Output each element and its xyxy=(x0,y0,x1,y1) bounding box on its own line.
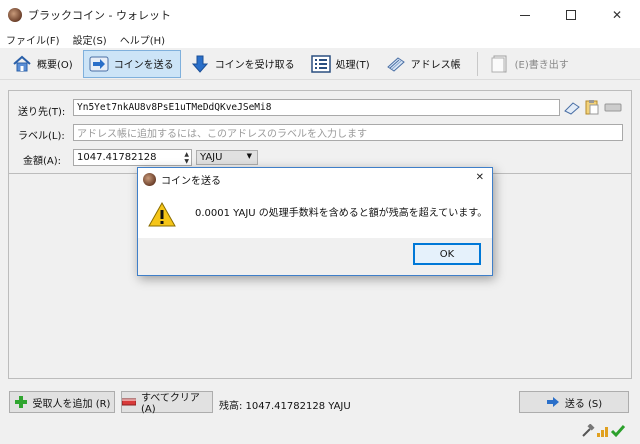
menu-file[interactable]: ファイル(F) xyxy=(6,32,60,47)
paste-button[interactable] xyxy=(583,99,601,116)
address-book-icon xyxy=(385,53,407,75)
tab-overview[interactable]: 概要(O) xyxy=(6,50,80,78)
toolbar: 概要(O) コインを送る コインを受け取る 処理(T) アドレス帳 (E)書き出… xyxy=(0,48,640,80)
amount-value: 1047.41782128 xyxy=(77,152,157,163)
menu-bar: ファイル(F) 設定(S) ヘルプ(H) xyxy=(0,30,640,48)
dialog-title: コインを送る xyxy=(161,175,221,187)
send-label: 送る (S) xyxy=(564,398,603,410)
tab-transactions[interactable]: 処理(T) xyxy=(305,50,377,78)
warning-icon xyxy=(148,201,176,230)
synced-check-icon xyxy=(610,423,626,442)
unit-value: YAJU xyxy=(200,152,223,163)
dialog-close-icon[interactable]: ✕ xyxy=(476,172,484,183)
amount-label: 金額(A): xyxy=(23,156,62,167)
delete-recipient-button[interactable] xyxy=(603,99,623,116)
label-label: ラベル(L): xyxy=(18,131,65,142)
list-icon xyxy=(310,53,332,75)
maximize-button[interactable] xyxy=(548,0,594,30)
recipient-form: 送り先(T): Yn5Yet7nkAU8v8PsE1uTMeDdQKveJSeM… xyxy=(8,90,632,174)
toolbar-separator xyxy=(476,51,478,76)
dialog-body: 0.0001 YAJU の処理手数料を含めると額が残高を超えています。 xyxy=(138,190,492,238)
label-input[interactable]: アドレス帳に追加するには、このアドレスのラベルを入力します xyxy=(73,124,623,141)
balance-text: 残高: 1047.41782128 YAJU xyxy=(219,401,351,412)
menu-help[interactable]: ヘルプ(H) xyxy=(120,32,165,47)
clear-all-label: すべてクリア (A) xyxy=(141,393,200,415)
tab-overview-label: 概要(O) xyxy=(37,60,73,71)
tab-send-label: コインを送る xyxy=(113,60,174,71)
menu-settings[interactable]: 設定(S) xyxy=(73,32,107,47)
clear-eraser-icon xyxy=(121,396,137,408)
insufficient-funds-dialog: コインを送る ✕ 0.0001 YAJU の処理手数料を含めると額が残高を超えて… xyxy=(137,167,493,276)
add-recipient-button[interactable]: 受取人を追加 (R) xyxy=(9,391,115,413)
staking-hammer-icon xyxy=(581,423,595,441)
title-bar: ブラックコイン - ウォレット ✕ xyxy=(0,0,640,30)
address-book-small-icon xyxy=(564,102,580,115)
export-button[interactable]: (E)書き出す xyxy=(484,50,576,78)
connection-bars-icon xyxy=(596,424,610,441)
status-bar xyxy=(0,420,640,444)
tab-address-book-label: アドレス帳 xyxy=(410,60,461,71)
receive-arrow-icon xyxy=(189,53,211,75)
clear-all-button[interactable]: すべてクリア (A) xyxy=(121,391,213,415)
blackcoin-logo-icon xyxy=(8,8,22,22)
payto-input[interactable]: Yn5Yet7nkAU8v8PsE1uTMeDdQKveJSeMi8 xyxy=(73,99,560,116)
tab-receive-label: コインを受け取る xyxy=(214,60,295,71)
chevron-down-icon: ▼ xyxy=(246,152,252,160)
payto-label: 送り先(T): xyxy=(18,107,66,118)
dialog-title-bar: コインを送る ✕ xyxy=(138,168,492,190)
minimize-button[interactable] xyxy=(502,0,548,30)
eraser-icon xyxy=(604,103,622,112)
blackcoin-logo-icon xyxy=(143,172,156,186)
close-window-button[interactable]: ✕ xyxy=(594,0,640,30)
export-label: (E)書き出す xyxy=(514,60,569,71)
dialog-message: 0.0001 YAJU の処理手数料を含めると額が残高を超えています。 xyxy=(195,208,488,219)
send-button[interactable]: 送る (S) xyxy=(519,391,629,413)
amount-input[interactable]: 1047.41782128 ▲ ▼ xyxy=(73,149,192,166)
tab-address-book[interactable]: アドレス帳 xyxy=(380,50,468,78)
tab-transactions-label: 処理(T) xyxy=(335,60,370,71)
window-title: ブラックコイン - ウォレット xyxy=(28,9,171,22)
amount-spinner[interactable]: ▲ ▼ xyxy=(184,151,189,165)
tab-receive-coins[interactable]: コインを受け取る xyxy=(184,50,302,78)
home-icon xyxy=(11,53,33,75)
tab-send-coins[interactable]: コインを送る xyxy=(82,49,181,78)
add-recipient-label: 受取人を追加 (R) xyxy=(32,398,111,410)
send-arrow-small-icon xyxy=(546,396,560,408)
unit-select[interactable]: YAJU ▼ xyxy=(196,150,258,165)
dialog-ok-button[interactable]: OK xyxy=(413,243,481,265)
export-document-icon xyxy=(489,53,511,75)
send-arrow-icon xyxy=(88,53,110,75)
paste-icon xyxy=(585,100,599,115)
add-plus-icon xyxy=(14,396,28,408)
address-book-button[interactable] xyxy=(563,99,581,116)
